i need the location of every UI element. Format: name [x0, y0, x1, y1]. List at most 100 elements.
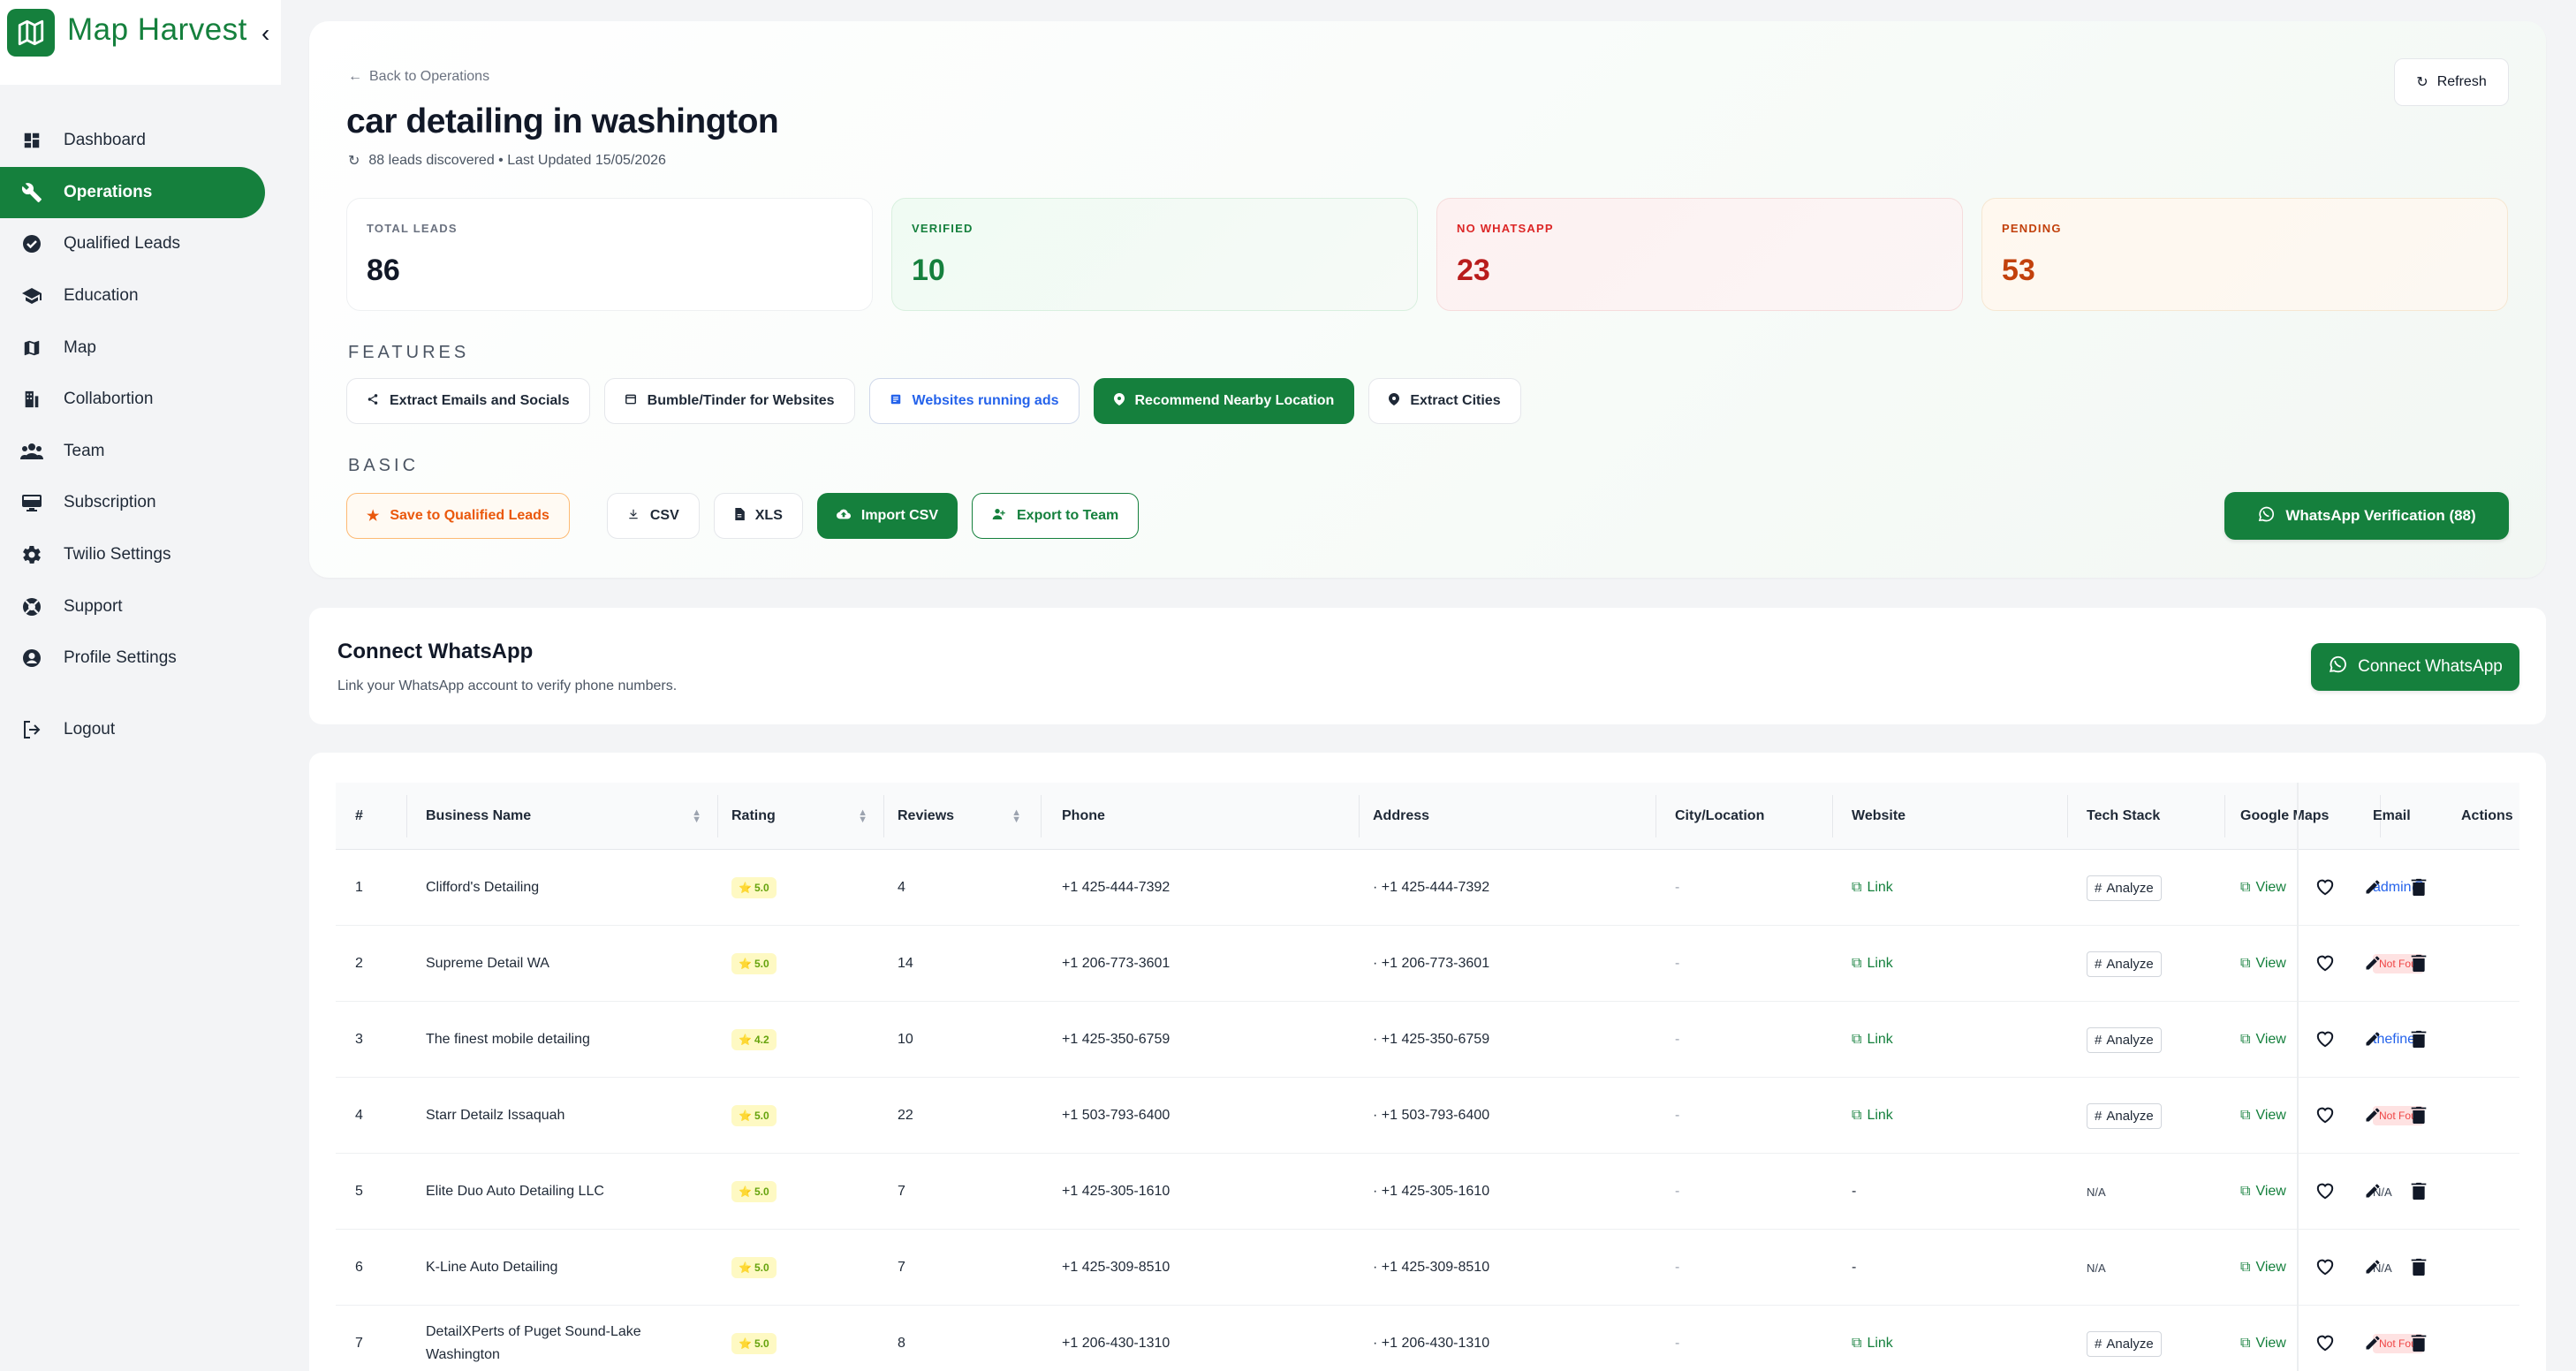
sidebar-item-qualified-leads[interactable]: Qualified Leads: [0, 218, 281, 270]
sidebar-item-label: Twilio Settings: [64, 545, 171, 564]
heart-icon[interactable]: [2315, 1180, 2336, 1201]
sort-icon[interactable]: ▲ ▼: [1011, 808, 1021, 825]
export-to-team-button[interactable]: Export to Team: [972, 493, 1140, 539]
edit-pencil-icon[interactable]: [2362, 1332, 2383, 1353]
sidebar-item-operations[interactable]: Operations: [0, 166, 265, 219]
analyze-button[interactable]: # Analyze: [2087, 875, 2162, 901]
website-link[interactable]: ⧉ Link: [1852, 1032, 1893, 1048]
trash-icon[interactable]: [2408, 952, 2429, 973]
rating-badge: ⭐ 5.0: [731, 1257, 777, 1278]
website-link[interactable]: ⧉ Link: [1852, 1336, 1893, 1352]
google-maps-view-link[interactable]: ⧉ View: [2240, 1184, 2286, 1200]
back-to-operations-link[interactable]: ← Back to Operations: [348, 69, 489, 85]
star-icon: ⭐: [739, 958, 752, 970]
column-header-business-name[interactable]: Business Name ▲ ▼: [426, 783, 701, 850]
row-number: 4: [355, 1108, 363, 1123]
websites-running-ads-button[interactable]: Websites running ads: [868, 378, 1080, 424]
sidebar-item-collabortion[interactable]: Collabortion: [0, 374, 281, 426]
whatsapp-verification-button[interactable]: WhatsApp Verification (88): [2224, 492, 2509, 540]
edit-pencil-icon[interactable]: [2362, 952, 2383, 973]
verified-badge-icon: [19, 231, 44, 256]
trash-icon[interactable]: [2408, 1180, 2429, 1201]
external-link-icon: ⧉: [2240, 1260, 2251, 1275]
external-link-icon: ⧉: [1852, 1108, 1862, 1123]
row-number: 6: [355, 1260, 363, 1275]
edit-pencil-icon[interactable]: [2362, 1104, 2383, 1125]
stat-no-whatsapp: NO WHATSAPP 23: [1436, 198, 1963, 311]
column-header-reviews[interactable]: Reviews ▲ ▼: [898, 783, 1021, 850]
analyze-button[interactable]: # Analyze: [2087, 1330, 2162, 1357]
sort-icon[interactable]: ▲ ▼: [692, 808, 701, 825]
google-maps-view-link[interactable]: ⧉ View: [2240, 1032, 2286, 1048]
column-divider: [1832, 795, 1833, 837]
google-maps-view-link[interactable]: ⧉ View: [2240, 1108, 2286, 1124]
column-divider: [2067, 795, 2068, 837]
edit-pencil-icon[interactable]: [2362, 876, 2383, 898]
external-link-icon: ⧉: [2240, 1336, 2251, 1351]
trash-icon[interactable]: [2408, 1332, 2429, 1353]
trash-icon[interactable]: [2408, 876, 2429, 898]
hash-icon: #: [2095, 1032, 2102, 1048]
heart-icon[interactable]: [2315, 876, 2336, 898]
sidebar-item-profile-settings[interactable]: Profile Settings: [0, 632, 281, 685]
save-to-qualified-leads-button[interactable]: ★ Save to Qualified Leads: [346, 493, 570, 539]
heart-icon[interactable]: [2315, 1028, 2336, 1049]
sidebar-item-support[interactable]: Support: [0, 580, 281, 632]
refresh-button[interactable]: ↻ Refresh: [2394, 58, 2509, 106]
sidebar-item-twilio-settings[interactable]: Twilio Settings: [0, 529, 281, 581]
edit-pencil-icon[interactable]: [2362, 1180, 2383, 1201]
collapse-sidebar-icon[interactable]: ‹: [261, 19, 269, 48]
business-name: Supreme Detail WA: [426, 956, 549, 971]
trash-icon[interactable]: [2408, 1104, 2429, 1125]
bumble-tinder-button[interactable]: Bumble/Tinder for Websites: [603, 378, 855, 424]
analyze-button[interactable]: # Analyze: [2087, 951, 2162, 977]
google-maps-view-link[interactable]: ⧉ View: [2240, 1260, 2286, 1276]
google-maps-view-link[interactable]: ⧉ View: [2240, 956, 2286, 972]
connect-whatsapp-button[interactable]: Connect WhatsApp: [2311, 643, 2519, 691]
edit-pencil-icon[interactable]: [2362, 1256, 2383, 1277]
trash-icon[interactable]: [2408, 1256, 2429, 1277]
xls-download-button[interactable]: XLS: [713, 493, 803, 539]
website-link[interactable]: ⧉ Link: [1852, 880, 1893, 896]
google-maps-cell: ⧉ View: [2240, 1154, 2286, 1230]
sidebar-item-dashboard[interactable]: Dashboard: [0, 115, 281, 167]
edit-pencil-icon[interactable]: [2362, 1028, 2383, 1049]
heart-icon[interactable]: [2315, 952, 2336, 973]
rating-value: 5.0: [754, 958, 769, 970]
analyze-button[interactable]: # Analyze: [2087, 1026, 2162, 1053]
google-maps-view-link[interactable]: ⧉ View: [2240, 1336, 2286, 1352]
website-link[interactable]: ⧉ Link: [1852, 956, 1893, 972]
table-row: 7 DetailXPerts of Puget Sound-Lake Washi…: [336, 1306, 2519, 1371]
reviews-count: 7: [898, 1184, 905, 1199]
column-header-rating[interactable]: Rating ▲ ▼: [731, 783, 868, 850]
extract-emails-button[interactable]: Extract Emails and Socials: [346, 378, 590, 424]
rating-value: 4.2: [754, 1034, 769, 1046]
heart-icon[interactable]: [2315, 1256, 2336, 1277]
trash-icon[interactable]: [2408, 1028, 2429, 1049]
extract-cities-button[interactable]: Extract Cities: [1368, 378, 1521, 424]
map-logo-icon: [7, 9, 55, 57]
button-label: Save to Qualified Leads: [390, 508, 549, 523]
analyze-button[interactable]: # Analyze: [2087, 1102, 2162, 1129]
recommend-nearby-location-button[interactable]: Recommend Nearby Location: [1093, 378, 1355, 424]
import-csv-button[interactable]: Import CSV: [816, 493, 958, 539]
website-link[interactable]: ⧉ Link: [1852, 1108, 1893, 1124]
brand-header: Map Harvest ‹: [0, 0, 281, 85]
table-row: 3 The finest mobile detailing ⭐ 4.2 10 +1…: [336, 1002, 2519, 1078]
stat-value: 10: [912, 254, 945, 287]
sort-icon[interactable]: ▲ ▼: [858, 808, 868, 825]
sidebar-item-logout[interactable]: Logout: [0, 704, 281, 756]
stat-total-leads: TOTAL LEADS 86: [346, 198, 873, 311]
heart-icon[interactable]: [2315, 1104, 2336, 1125]
sidebar-item-map[interactable]: Map: [0, 322, 281, 374]
csv-download-button[interactable]: CSV: [606, 493, 700, 539]
operation-header-card: ← Back to Operations car detailing in wa…: [309, 21, 2546, 578]
pill-label: Extract Cities: [1410, 393, 1501, 408]
heart-icon[interactable]: [2315, 1332, 2336, 1353]
google-maps-view-link[interactable]: ⧉ View: [2240, 880, 2286, 896]
stat-pending: PENDING 53: [1981, 198, 2508, 311]
sidebar-item-subscription[interactable]: Subscription: [0, 477, 281, 529]
sidebar-item-team[interactable]: Team: [0, 426, 281, 478]
row-number: 2: [355, 956, 363, 971]
sidebar-item-education[interactable]: Education: [0, 270, 281, 322]
